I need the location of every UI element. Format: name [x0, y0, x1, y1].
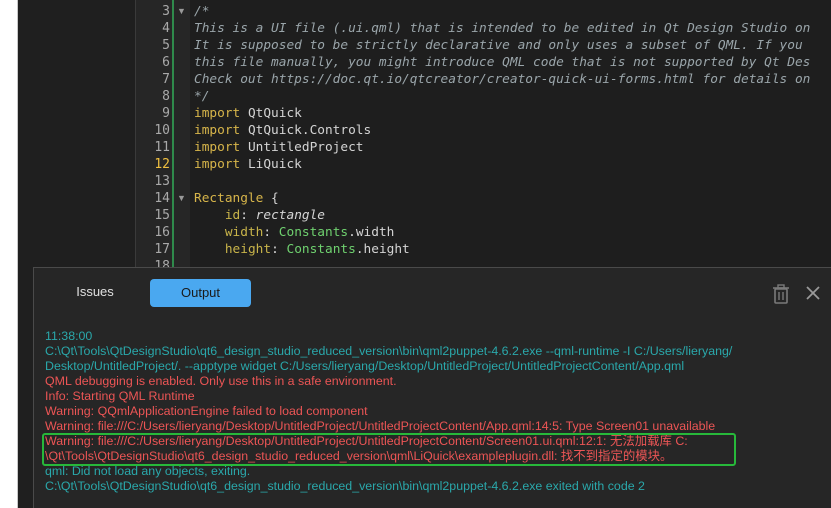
comment-text: this file manually, you might introduce …: [194, 55, 811, 70]
code-line: height: Constants.height: [194, 241, 410, 258]
line-number: 7: [162, 72, 170, 87]
code-line: import LiQuick: [194, 156, 302, 173]
code-line: Check out https://doc.qt.io/qtcreator/cr…: [194, 71, 810, 88]
object-ref: Constants: [278, 225, 349, 240]
canvas-preview: [0, 0, 18, 508]
code-line: This is a UI file (.ui.qml) that is inte…: [194, 20, 810, 37]
error-highlight-box: [42, 433, 736, 466]
output-line: qml: Did not load any objects, exiting.: [45, 464, 251, 478]
line-number: 15: [154, 208, 170, 223]
type-name: Rectangle: [194, 191, 264, 206]
keyword: import: [194, 157, 241, 172]
output-line: C:\Qt\Tools\QtDesignStudio\qt6_design_st…: [45, 344, 733, 358]
code-line: import QtQuick.Controls: [194, 122, 371, 139]
comment-text: It is supposed to be strictly declarativ…: [194, 38, 803, 53]
code-line: /*: [194, 3, 209, 20]
code-line: width: Constants.width: [194, 224, 395, 241]
comment-text: Check out https://doc.qt.io/qtcreator/cr…: [194, 72, 811, 87]
fold-arrow-icon[interactable]: ▼: [177, 3, 186, 20]
output-line: 11:38:00: [45, 329, 93, 343]
property-value: rectangle: [255, 208, 326, 223]
line-number: 14: [154, 191, 170, 206]
code-line: import UntitledProject: [194, 139, 364, 156]
tab-output[interactable]: Output: [150, 279, 251, 307]
comment-text: /*: [194, 4, 210, 19]
comment-text: */: [194, 89, 210, 104]
member-ref: .width: [348, 225, 395, 240]
output-panel: Issues Output 11:38:00 C:\Qt\Tools\QtDesi…: [33, 267, 831, 508]
code-line: this file manually, you might introduce …: [194, 54, 810, 71]
fold-arrow-icon[interactable]: ▼: [177, 190, 186, 207]
separator: :: [271, 242, 287, 257]
fold-margin: [172, 0, 190, 268]
line-number: 8: [162, 89, 170, 104]
output-line: C:\Qt\Tools\QtDesignStudio\qt6_design_st…: [45, 479, 645, 493]
separator: :: [240, 208, 256, 223]
brace: {: [263, 191, 279, 206]
keyword: import: [194, 106, 241, 121]
close-icon[interactable]: [804, 284, 822, 302]
line-number: 17: [154, 242, 170, 257]
property-name: height: [224, 242, 272, 257]
output-line: Desktop/UntitledProject/. --apptype widg…: [45, 359, 685, 373]
line-number: 6: [162, 55, 170, 70]
fold-indicator-line: [172, 0, 174, 268]
line-number: 13: [154, 174, 170, 189]
keyword: import: [194, 140, 241, 155]
tab-issues[interactable]: Issues: [74, 280, 116, 304]
module-name: LiQuick: [240, 157, 302, 172]
object-ref: Constants: [286, 242, 356, 257]
line-number: 10: [154, 123, 170, 138]
line-number: 16: [154, 225, 170, 240]
comment-text: This is a UI file (.ui.qml) that is inte…: [194, 21, 811, 36]
line-number: 3: [162, 4, 170, 19]
line-number: 12: [154, 157, 170, 172]
line-number: 5: [162, 38, 170, 53]
property-name: width: [224, 225, 264, 240]
line-number: 9: [162, 106, 170, 121]
separator: :: [263, 225, 279, 240]
keyword: import: [194, 123, 241, 138]
output-line: Info: Starting QML Runtime: [45, 389, 195, 403]
line-number: 11: [154, 140, 170, 155]
output-line: QML debugging is enabled. Only use this …: [45, 374, 397, 388]
property-name: id: [224, 208, 241, 223]
code-editor[interactable]: /* This is a UI file (.ui.qml) that is in…: [136, 0, 831, 268]
module-name: UntitledProject: [240, 140, 364, 155]
code-line: */: [194, 88, 209, 105]
output-line: Warning: file:///C:/Users/lieryang/Deskt…: [45, 419, 716, 433]
code-line: It is supposed to be strictly declarativ…: [194, 37, 803, 54]
module-name: QtQuick: [240, 106, 302, 121]
code-line: import QtQuick: [194, 105, 302, 122]
member-ref: .height: [355, 242, 410, 257]
code-line: Rectangle {: [194, 190, 279, 207]
line-number: 4: [162, 21, 170, 36]
module-name: QtQuick.Controls: [240, 123, 372, 138]
code-line: id: rectangle: [194, 207, 325, 224]
trash-icon[interactable]: [772, 284, 790, 304]
output-line: Warning: QQmlApplicationEngine failed to…: [45, 404, 368, 418]
